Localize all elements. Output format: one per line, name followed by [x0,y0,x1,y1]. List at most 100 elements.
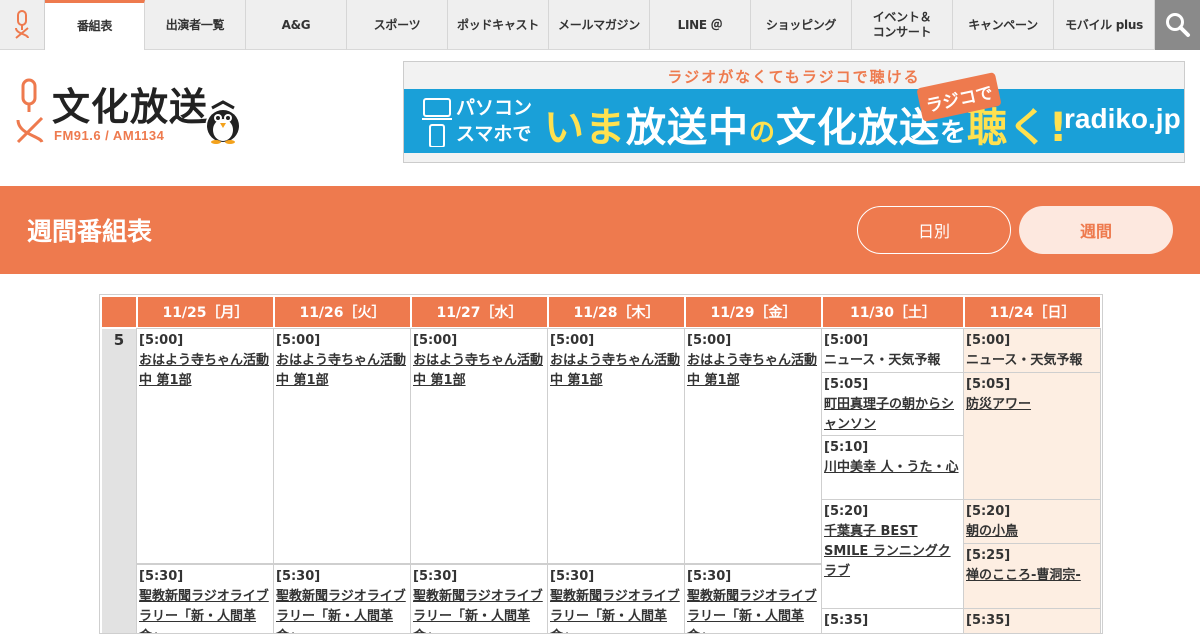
program-cell[interactable]: [5:05] 町田真理子の朝からシャンソン [821,372,964,436]
program-title[interactable]: 聖教新聞ラジオライブラリー「新・人間革命」 [276,587,409,633]
program-cell[interactable]: [5:00] おはよう寺ちゃん活動中 第1部 [273,328,411,564]
program-title[interactable]: 聖教新聞ラジオライブラリー「新・人間革命」 [413,587,546,633]
day-header: 11/29［金］ [686,297,821,327]
penguin-mascot-icon [204,100,242,144]
nav-item-performers[interactable]: 出演者一覧 [145,0,246,50]
program-time: [5:35] [824,613,869,628]
program-title[interactable]: 川中美幸 人・うた・心 [824,458,962,478]
program-time: [5:30] [413,569,458,584]
program-title[interactable]: 聖教新聞ラジオライブラリー「新・人間革命」 [687,587,820,633]
program-cell[interactable]: [5:10] 川中美幸 人・うた・心 [821,435,964,500]
program-time: [5:00] [550,333,595,348]
program-cell[interactable]: [5:30] 聖教新聞ラジオライブラリー「新・人間革命」 [136,564,274,633]
program-title[interactable]: おはよう寺ちゃん活動中 第1部 [413,351,546,391]
hour-cell: 5 [102,329,136,633]
nav-item-sports[interactable]: スポーツ [347,0,448,50]
program-cell[interactable]: [5:30] 聖教新聞ラジオライブラリー「新・人間革命」 [547,564,685,633]
banner-main-2: 放送中 [626,105,749,151]
qr-mascot-logo-icon[interactable] [0,0,45,50]
program-time: [5:35] [966,613,1011,628]
daily-view-button[interactable]: 日別 [857,206,1011,254]
nav-item-ag[interactable]: A&G [246,0,347,50]
nav-item-schedule[interactable]: 番組表 [45,0,145,50]
program-time: [5:30] [550,569,595,584]
program-time: [5:05] [966,377,1011,392]
program-cell[interactable]: [5:00] おはよう寺ちゃん活動中 第1部 [547,328,685,564]
program-title[interactable]: おはよう寺ちゃん活動中 第1部 [687,351,820,391]
program-title[interactable]: 防災アワー [966,395,1099,415]
nav-item-podcast[interactable]: ポッドキャスト [448,0,549,50]
logo-text: 文化放送 [52,85,209,129]
program-cell[interactable]: [5:05] 防災アワー [963,372,1101,500]
banner-main-1: いま [544,105,626,151]
program-time: [5:00] [276,333,321,348]
program-time: [5:00] [687,333,732,348]
nav-item-mobile[interactable]: モバイル plus [1054,0,1155,50]
program-title[interactable]: 町田真理子の朝からシャンソン [824,395,962,435]
nav-item-campaign[interactable]: キャンペーン [953,0,1054,50]
program-time: [5:00] [824,333,869,348]
day-header: 11/30［土］ [823,297,963,327]
program-cell[interactable]: [5:00] おはよう寺ちゃん活動中 第1部 [136,328,274,564]
program-title[interactable]: ニュース・天気予報 [966,351,1099,371]
program-cell[interactable]: [5:25] 禅のこころ-曹洞宗- [963,543,1101,609]
program-cell[interactable]: [5:30] 聖教新聞ラジオライブラリー「新・人間革命」 [684,564,822,633]
program-time: [5:00] [966,333,1011,348]
program-cell[interactable]: [5:35] [821,608,964,633]
page-title: 週間番組表 [27,217,153,246]
nav-item-shopping[interactable]: ショッピング [751,0,852,50]
hour-header-corner [102,297,136,327]
day-header: 11/28［木］ [549,297,684,327]
program-time: [5:05] [824,377,869,392]
banner-main-4: 文化放送 [776,105,941,151]
page-header-bar: 週間番組表 日別 週間 [0,186,1200,274]
program-title[interactable]: 聖教新聞ラジオライブラリー「新・人間革命」 [139,587,272,633]
program-cell[interactable]: [5:00] ニュース・天気予報 [963,328,1101,373]
program-title[interactable]: おはよう寺ちゃん活動中 第1部 [139,351,272,391]
banner-tagline: ラジオがなくてもラジコで聴ける [667,68,921,86]
search-icon[interactable] [1155,0,1200,50]
day-header: 11/24［日］ [965,297,1100,327]
banner-main-6: 聴く! [967,105,1069,151]
banner-main: パソコン スマホで いま放送中の文化放送を聴く! radiko.jp [404,89,1184,153]
day-header: 11/26［火］ [275,297,410,327]
program-time: [5:30] [687,569,732,584]
site-logo[interactable]: 文化放送 FM91.6 / AM1134 [14,78,254,148]
program-title[interactable]: 禅のこころ-曹洞宗- [966,566,1099,586]
pc-phone-icon [422,97,452,148]
program-title[interactable]: おはよう寺ちゃん活動中 第1部 [550,351,683,391]
top-nav: 番組表 出演者一覧 A&G スポーツ ポッドキャスト メールマガジン LINE … [0,0,1200,50]
program-time: [5:20] [824,504,869,519]
banner-left-line1: パソコン [456,97,533,119]
program-title[interactable]: 朝の小鳥 [966,522,1099,542]
program-cell[interactable]: [5:30] 聖教新聞ラジオライブラリー「新・人間革命」 [273,564,411,633]
logo-frequency: FM91.6 / AM1134 [54,128,165,143]
program-cell[interactable]: [5:35] [963,608,1101,633]
nav-item-line[interactable]: LINE ＠ [650,0,751,50]
program-time: [5:25] [966,548,1011,563]
banner-device-text: パソコン スマホで [456,95,532,147]
program-title[interactable]: おはよう寺ちゃん活動中 第1部 [276,351,409,391]
day-header: 11/27［水］ [412,297,547,327]
program-title[interactable]: 聖教新聞ラジオライブラリー「新・人間革命」 [550,587,683,633]
day-header: 11/25［月］ [138,297,273,327]
program-cell[interactable]: [5:30] 聖教新聞ラジオライブラリー「新・人間革命」 [410,564,548,633]
program-cell[interactable]: [5:20] 朝の小鳥 [963,499,1101,544]
program-time: [5:00] [413,333,458,348]
program-time: [5:30] [276,569,321,584]
nav-item-events[interactable]: イベント＆ コンサート [852,0,953,50]
program-cell[interactable]: [5:00] おはよう寺ちゃん活動中 第1部 [410,328,548,564]
weekly-view-button[interactable]: 週間 [1019,206,1173,254]
weekly-schedule-grid: 11/25［月］ 11/26［火］ 11/27［水］ 11/28［木］ 11/2… [99,294,1103,634]
program-time: [5:20] [966,504,1011,519]
radiko-banner[interactable]: ラジオがなくてもラジコで聴ける パソコン スマホで いま放送中の文化放送を聴く!… [403,61,1185,163]
program-cell[interactable]: [5:20] 千葉真子 BEST SMILE ランニングクラブ [821,499,964,609]
banner-main-5: を [940,118,968,148]
program-cell[interactable]: [5:00] おはよう寺ちゃん活動中 第1部 [684,328,822,564]
nav-item-mailmag[interactable]: メールマガジン [549,0,650,50]
program-time: [5:30] [139,569,184,584]
program-title[interactable]: 千葉真子 BEST SMILE ランニングクラブ [824,522,962,582]
program-cell[interactable]: [5:00] ニュース・天気予報 [821,328,964,373]
program-title[interactable]: ニュース・天気予報 [824,351,962,371]
banner-main-3: の [749,118,777,148]
